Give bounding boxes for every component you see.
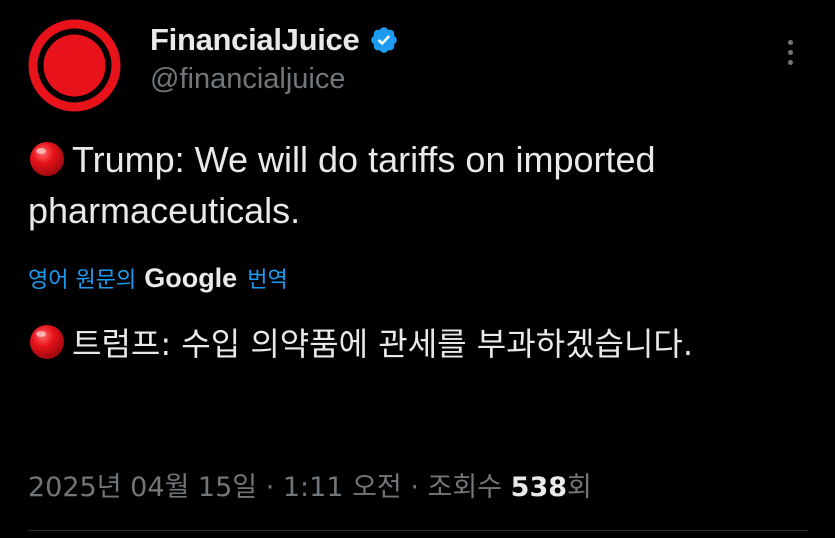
views-suffix: 회	[567, 472, 592, 503]
views-count[interactable]: 538	[511, 472, 567, 503]
red-circle-emoji-icon	[28, 140, 66, 178]
views-label: 조회수	[427, 472, 503, 503]
tweet-date[interactable]: 2025년 04월 15일	[28, 472, 257, 503]
red-circle-logo-icon	[28, 19, 121, 112]
author-handle[interactable]: @financialjuice	[150, 63, 345, 96]
meta-separator: ·	[257, 472, 283, 503]
tweet-detail: FinancialJuice @financialjuice Trump: We…	[0, 0, 835, 538]
tweet-meta: 2025년 04월 15일 · 1:11 오전 · 조회수 538회	[28, 465, 592, 504]
author-display-name[interactable]: FinancialJuice	[150, 22, 360, 58]
tweet-time[interactable]: 1:11 오전	[283, 472, 402, 503]
tweet-body: Trump: We will do tariffs on imported ph…	[28, 139, 656, 231]
author-name-row[interactable]: FinancialJuice	[150, 18, 399, 62]
author-avatar[interactable]	[26, 17, 123, 114]
verified-badge-icon[interactable]	[369, 25, 399, 55]
tweet-text: Trump: We will do tariffs on imported ph…	[28, 134, 818, 236]
google-brand-label: Google	[144, 262, 238, 293]
menu-dot	[787, 40, 793, 45]
menu-dot	[787, 50, 793, 55]
divider	[28, 530, 808, 531]
translated-body: 트럼프: 수입 의약품에 관세를 부과하겠습니다.	[72, 325, 694, 363]
red-circle-emoji-icon	[28, 323, 66, 361]
translated-text: 트럼프: 수입 의약품에 관세를 부과하겠습니다.	[28, 318, 818, 370]
translate-link-prefix[interactable]: 영어 원문의	[28, 262, 136, 294]
translate-link-suffix[interactable]: 번역	[247, 262, 287, 294]
translate-bar[interactable]: 영어 원문의 Google 번역	[28, 259, 288, 297]
meta-separator: ·	[401, 472, 428, 503]
menu-dot	[787, 60, 793, 65]
more-options-icon[interactable]	[780, 40, 800, 74]
